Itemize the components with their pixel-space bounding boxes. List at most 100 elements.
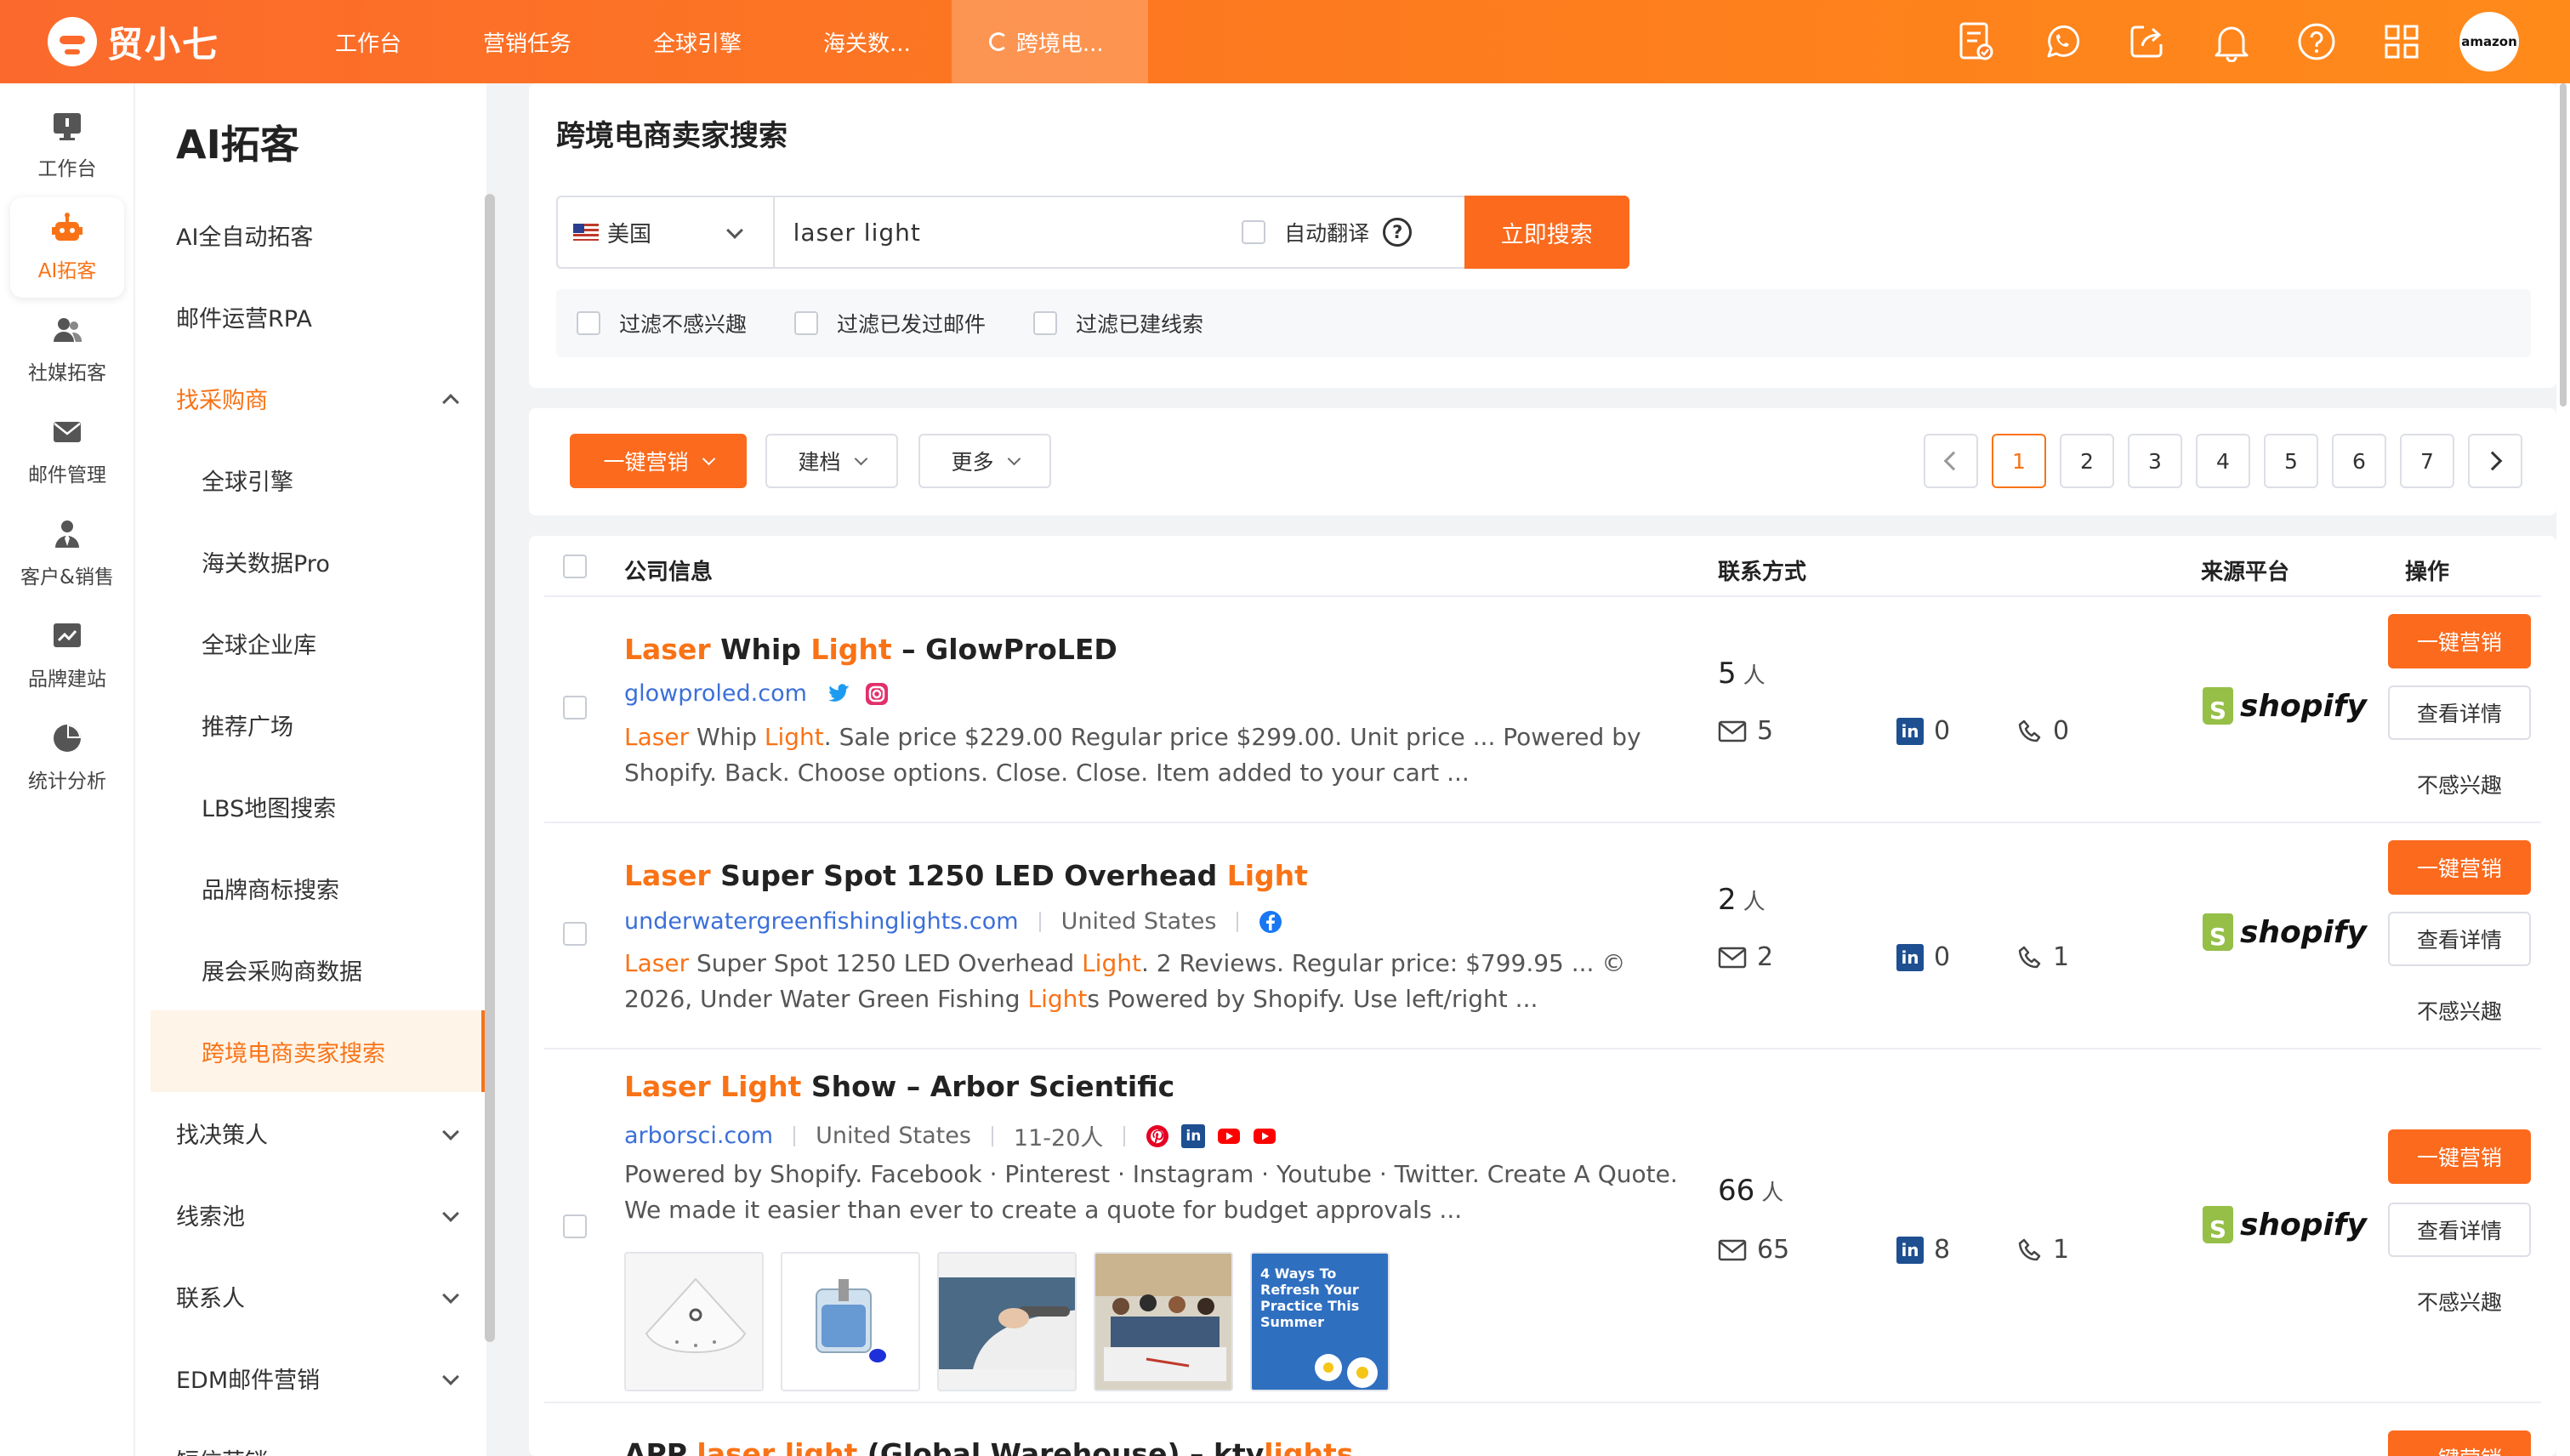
- rail-item-customers[interactable]: 客户&销售: [10, 503, 124, 604]
- help-icon[interactable]: [2274, 0, 2359, 83]
- menu-item-recommend[interactable]: 推荐广场: [202, 684, 465, 765]
- filter-has-lead[interactable]: 过滤已建线索: [1033, 308, 1203, 338]
- facebook-icon[interactable]: [1259, 910, 1282, 934]
- pinterest-icon[interactable]: [1146, 1124, 1169, 1148]
- page-5[interactable]: 5: [2264, 434, 2318, 488]
- row-checkbox[interactable]: [563, 922, 587, 946]
- menu-item-ai-auto[interactable]: AI全自动拓客: [176, 194, 465, 276]
- menu-group-edm[interactable]: EDM邮件营销: [176, 1337, 465, 1419]
- company-title[interactable]: Laser Whip Light – GlowProLED: [624, 633, 1117, 666]
- company-title[interactable]: Laser Light Show – Arbor Scientific: [624, 1070, 1174, 1103]
- archive-button[interactable]: 建档: [765, 434, 898, 488]
- rail-item-site-builder[interactable]: 品牌建站: [10, 606, 124, 706]
- next-page-button[interactable]: [2468, 434, 2522, 488]
- search-input[interactable]: laser light: [772, 196, 1227, 269]
- page-1[interactable]: 1: [1992, 434, 2046, 488]
- company-title[interactable]: APP laser light (Global Warehouse) – ktv…: [624, 1437, 1353, 1456]
- product-thumbnail[interactable]: 4 Ways To Refresh Your Practice This Sum…: [1250, 1252, 1390, 1391]
- amazon-account-avatar[interactable]: amazon: [2459, 12, 2519, 71]
- select-all-checkbox[interactable]: [563, 555, 587, 578]
- rail-item-workbench[interactable]: 工作台: [10, 95, 124, 196]
- not-interested-button[interactable]: 不感兴趣: [2388, 757, 2531, 811]
- email-count[interactable]: 65: [1718, 1235, 1789, 1265]
- tab-cross-border[interactable]: 跨境电...: [951, 0, 1148, 83]
- tab-global-engine[interactable]: 全球引擎: [612, 0, 782, 83]
- linkedin-count[interactable]: in 0: [1896, 942, 1950, 972]
- filter-checkbox[interactable]: [577, 311, 600, 335]
- whatsapp-icon[interactable]: [2019, 0, 2104, 83]
- product-thumbnail[interactable]: [937, 1252, 1077, 1391]
- page-7[interactable]: 7: [2400, 434, 2454, 488]
- help-icon[interactable]: ?: [1383, 218, 1413, 247]
- company-domain[interactable]: arborsci.com: [624, 1123, 773, 1149]
- filter-emailed[interactable]: 过滤已发过邮件: [794, 308, 986, 338]
- product-thumbnail[interactable]: [624, 1252, 764, 1391]
- menu-group-contacts[interactable]: 联系人: [176, 1255, 465, 1337]
- menu-item-global-engine[interactable]: 全球引擎: [202, 439, 465, 520]
- phone-count[interactable]: 1: [2017, 942, 2069, 972]
- rail-item-ai-prospecting[interactable]: AI拓客: [10, 197, 124, 298]
- rail-item-mail[interactable]: 邮件管理: [10, 401, 124, 502]
- tab-customs-data[interactable]: 海关数...: [782, 0, 952, 83]
- menu-item-expo-buyers[interactable]: 展会采购商数据: [202, 929, 465, 1010]
- linkedin-count[interactable]: in 8: [1896, 1235, 1950, 1265]
- menu-item-email-rpa[interactable]: 邮件运营RPA: [176, 276, 465, 357]
- filter-checkbox[interactable]: [794, 311, 819, 335]
- menu-group-lead-pool[interactable]: 线索池: [176, 1174, 465, 1255]
- company-title[interactable]: Laser Super Spot 1250 LED Overhead Light: [624, 859, 1308, 892]
- menu-item-ecommerce-sellers[interactable]: 跨境电商卖家搜索: [151, 1010, 486, 1092]
- page-2[interactable]: 2: [2060, 434, 2114, 488]
- scroll-thumb[interactable]: [2560, 83, 2567, 407]
- page-6[interactable]: 6: [2332, 434, 2386, 488]
- product-thumbnail[interactable]: [781, 1252, 920, 1391]
- not-interested-button[interactable]: 不感兴趣: [2388, 983, 2531, 1038]
- instagram-icon[interactable]: [865, 682, 889, 706]
- auto-translate-checkbox[interactable]: [1242, 220, 1266, 244]
- market-button[interactable]: 一键营销: [2388, 1129, 2531, 1184]
- not-interested-button[interactable]: 不感兴趣: [2388, 1274, 2531, 1328]
- tab-marketing-tasks[interactable]: 营销任务: [442, 0, 612, 83]
- main-scrollbar[interactable]: [2556, 83, 2570, 1456]
- tab-workbench[interactable]: 工作台: [294, 0, 442, 83]
- linkedin-icon[interactable]: in: [1181, 1123, 1206, 1148]
- product-thumbnail[interactable]: [1094, 1252, 1233, 1391]
- company-domain[interactable]: glowproled.com: [624, 680, 807, 707]
- youtube-icon[interactable]: [1217, 1124, 1241, 1148]
- share-icon[interactable]: [2104, 0, 2189, 83]
- report-icon[interactable]: [1934, 0, 2019, 83]
- company-domain[interactable]: underwatergreenfishinglights.com: [624, 908, 1019, 935]
- page-4[interactable]: 4: [2196, 434, 2250, 488]
- menu-scrollbar[interactable]: [485, 194, 495, 1342]
- rail-item-analytics[interactable]: 统计分析: [10, 708, 124, 808]
- filter-checkbox[interactable]: [1033, 311, 1058, 335]
- more-button[interactable]: 更多: [918, 434, 1051, 488]
- menu-item-company-db[interactable]: 全球企业库: [202, 602, 465, 684]
- view-detail-button[interactable]: 查看详情: [2388, 912, 2531, 966]
- menu-item-lbs-map[interactable]: LBS地图搜索: [202, 765, 465, 847]
- one-click-marketing-button[interactable]: 一键营销: [570, 434, 747, 488]
- view-detail-button[interactable]: 查看详情: [2388, 1203, 2531, 1257]
- filter-not-interested[interactable]: 过滤不感兴趣: [577, 308, 747, 338]
- apps-grid-icon[interactable]: [2359, 0, 2444, 83]
- phone-count[interactable]: 0: [2017, 716, 2069, 746]
- youtube-icon[interactable]: [1253, 1124, 1276, 1148]
- row-checkbox[interactable]: [563, 1214, 587, 1238]
- page-3[interactable]: 3: [2128, 434, 2182, 488]
- rail-item-social[interactable]: 社媒拓客: [10, 299, 124, 400]
- market-button[interactable]: 一键营销: [2388, 840, 2531, 895]
- menu-group-sms[interactable]: 短信营销: [176, 1419, 465, 1456]
- linkedin-count[interactable]: in 0: [1896, 716, 1950, 746]
- menu-group-decision-makers[interactable]: 找决策人: [176, 1092, 465, 1174]
- menu-item-customs-pro[interactable]: 海关数据Pro: [202, 520, 465, 602]
- row-checkbox[interactable]: [563, 696, 587, 719]
- phone-count[interactable]: 1: [2017, 1235, 2069, 1265]
- menu-group-find-buyers[interactable]: 找采购商: [176, 357, 465, 439]
- market-button[interactable]: 一键营销: [2388, 614, 2531, 668]
- email-count[interactable]: 5: [1718, 716, 1773, 746]
- email-count[interactable]: 2: [1718, 942, 1773, 972]
- prev-page-button[interactable]: [1924, 434, 1978, 488]
- search-button[interactable]: 立即搜索: [1464, 196, 1629, 269]
- app-logo[interactable]: 贸小七: [48, 16, 294, 68]
- market-button[interactable]: 一键营销: [2388, 1430, 2531, 1456]
- country-select[interactable]: 美国: [556, 196, 773, 269]
